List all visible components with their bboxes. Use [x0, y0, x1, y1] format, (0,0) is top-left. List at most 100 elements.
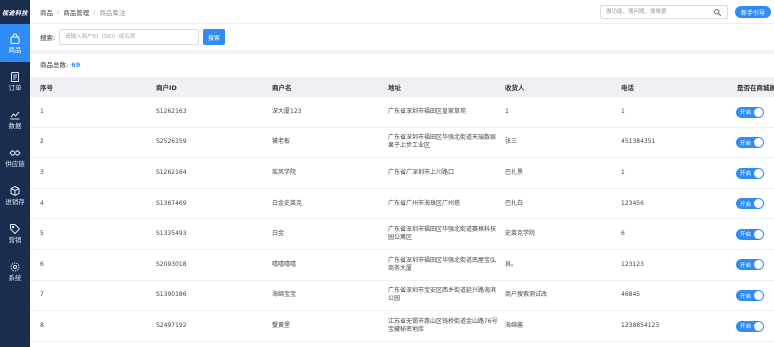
breadcrumb: 商品 / 商品管理 / 商品筹注: [40, 0, 125, 24]
table-row: 3 S1262164 疾风学院 广东省广深圳市上川路口 巴扎黑 1 开启: [30, 158, 774, 189]
sidebar-item-marketing[interactable]: 营销: [0, 214, 30, 252]
mall-display-toggle[interactable]: 开启: [736, 290, 764, 302]
cell-recipient: 哀。: [505, 260, 518, 268]
product-total-label: 商品总数:: [40, 61, 69, 69]
inventory-icon: [10, 185, 20, 196]
mall-display-toggle[interactable]: 开启: [736, 198, 764, 210]
cell-address: 广东省深圳市福田区华强北街道南屋宝弘商务大厦: [388, 256, 497, 272]
cell-phone: 1: [621, 168, 625, 176]
cell-merchant-name: 嘻嘻嘻嘻: [272, 260, 297, 268]
sidebar-item-products[interactable]: 商品: [0, 24, 30, 62]
cell-recipient: 史莱克学院: [505, 230, 536, 238]
cell-merchant-name: 海绵宝宝: [272, 291, 297, 299]
sidebar-item-supply-chain[interactable]: 供应链: [0, 138, 30, 176]
sidebar-item-system[interactable]: 系统: [0, 252, 30, 290]
cell-merchant-name: 白金史莱克: [272, 199, 303, 207]
cell-recipient: 1: [505, 107, 509, 115]
cell-address: 广东省深圳市福田区华强北街道天瑞数娱果子上步工业区: [388, 134, 497, 150]
cell-phone: 46845: [621, 291, 641, 299]
cell-phone: 451384351: [621, 138, 656, 146]
toggle-label: 开启: [740, 201, 752, 208]
sidebar-item-label: 进销存: [5, 197, 25, 206]
breadcrumb-item-products[interactable]: 商品: [40, 7, 53, 17]
toggle-label: 开启: [740, 140, 752, 147]
column-header-recipient: 收货人: [505, 84, 525, 92]
toggle-label: 开启: [740, 324, 752, 331]
mall-display-toggle[interactable]: 开启: [736, 137, 764, 149]
toggle-knob: [754, 168, 763, 178]
toggle-knob: [754, 260, 763, 270]
cell-merchant-name: 蟹黄堡: [272, 321, 291, 329]
search-label: 搜索:: [40, 34, 56, 42]
cell-phone: 1: [621, 107, 625, 115]
column-header-merchant-id: 商户ID: [156, 84, 177, 92]
search-icon[interactable]: [713, 8, 722, 17]
toggle-knob: [754, 107, 763, 117]
mall-display-toggle[interactable]: 开启: [736, 106, 764, 118]
sidebar-item-label: 订单: [8, 83, 22, 92]
cell-recipient: 巴扎黑: [505, 168, 524, 176]
cell-phone: 1238854123: [621, 321, 660, 329]
tag-icon: [10, 223, 21, 234]
mall-display-toggle[interactable]: 开启: [736, 167, 764, 179]
cell-index: 5: [40, 230, 44, 238]
column-header-phone: 电话: [621, 84, 634, 92]
bag-icon: [10, 33, 20, 44]
cell-recipient: 商户搜索测试改: [505, 291, 548, 299]
chart-icon: [10, 111, 20, 120]
cell-address: 广东省深圳市宝安区西乡街道延兴路海滨公园: [388, 287, 497, 303]
toggle-knob: [754, 291, 763, 301]
cell-merchant-id: S2497192: [156, 321, 187, 329]
cell-index: 3: [40, 168, 44, 176]
sidebar-item-data[interactable]: 数据: [0, 100, 30, 138]
toggle-label: 开启: [740, 262, 752, 269]
table-row: 4 S1367469 白金史莱克 广东省广州市海珠区广州塔 巴扎白 123456…: [30, 189, 774, 220]
table-header: 序号 商户ID 商户名 地址 收货人 电话 是否在商城展: [30, 77, 774, 97]
brand-logo: 视途科技: [1, 9, 28, 17]
sidebar-item-orders[interactable]: 订单: [0, 62, 30, 100]
cell-phone: 6: [621, 230, 625, 238]
search-button[interactable]: 搜索: [203, 29, 225, 45]
beginner-guide-button[interactable]: 新手引导: [735, 6, 771, 18]
sidebar-item-label: 商品: [8, 45, 22, 54]
global-search-input[interactable]: [601, 6, 711, 18]
cell-index: 2: [40, 138, 44, 146]
merchant-search-input[interactable]: [59, 29, 199, 45]
toggle-knob: [754, 229, 763, 239]
column-header-index: 序号: [40, 84, 53, 92]
sidebar-item-label: 供应链: [5, 159, 25, 168]
top-header: 商品 / 商品管理 / 商品筹注 新手引导: [30, 0, 774, 24]
product-total-count: 69: [71, 61, 81, 69]
sidebar-item-inventory[interactable]: 进销存: [0, 176, 30, 214]
product-total: 商品总数: 69: [40, 59, 80, 69]
toggle-label: 开启: [740, 171, 752, 178]
toggle-label: 开启: [740, 293, 752, 300]
cell-merchant-id: S1262164: [156, 168, 187, 176]
table-row: 7 S1390186 海绵宝宝 广东省深圳市宝安区西乡街道延兴路海滨公园 商户搜…: [30, 281, 774, 312]
order-icon: [11, 71, 19, 82]
main-content: 商品总数: 69 序号 商户ID 商户名 地址 收货人 电话 是否在商城展 1 S…: [30, 54, 774, 347]
cell-merchant-id: S2093018: [156, 260, 187, 268]
column-header-merchant-name: 商户名: [272, 84, 292, 92]
cell-phone: 123123: [621, 260, 644, 268]
mall-display-toggle[interactable]: 开启: [736, 259, 764, 271]
mall-display-toggle[interactable]: 开启: [736, 228, 764, 240]
cell-merchant-name: 深大厦123: [272, 107, 302, 115]
cell-address: 江苏省无锡市惠山区钱桥街道金山路76号宝藏秘密地库: [388, 317, 498, 333]
filter-bar: 搜索: 搜索: [30, 24, 774, 50]
mall-display-toggle[interactable]: 开启: [736, 320, 764, 332]
sidebar-item-label: 系统: [8, 273, 22, 282]
cell-address: 广东省广州市海珠区广州塔: [388, 199, 461, 207]
breadcrumb-separator: /: [93, 8, 96, 16]
column-header-mall-display: 是否在商城展: [737, 84, 774, 92]
cell-merchant-id: S1262163: [156, 107, 187, 115]
toggle-label: 开启: [740, 232, 752, 239]
table-row: 5 S1335493 白金 广东省深圳市福田区华强北街道赛格科技园公寓区 史莱克…: [30, 219, 774, 250]
toggle-knob: [754, 321, 763, 331]
cell-index: 8: [40, 321, 44, 329]
breadcrumb-item-current: 商品筹注: [99, 9, 126, 17]
cell-index: 1: [40, 107, 44, 115]
sidebar: 视途科技 商品 订单 数据 供应链 进销存 营销 系统: [0, 0, 30, 347]
breadcrumb-item-product-management[interactable]: 商品管理: [63, 7, 89, 17]
cell-merchant-id: S1367469: [156, 199, 187, 207]
